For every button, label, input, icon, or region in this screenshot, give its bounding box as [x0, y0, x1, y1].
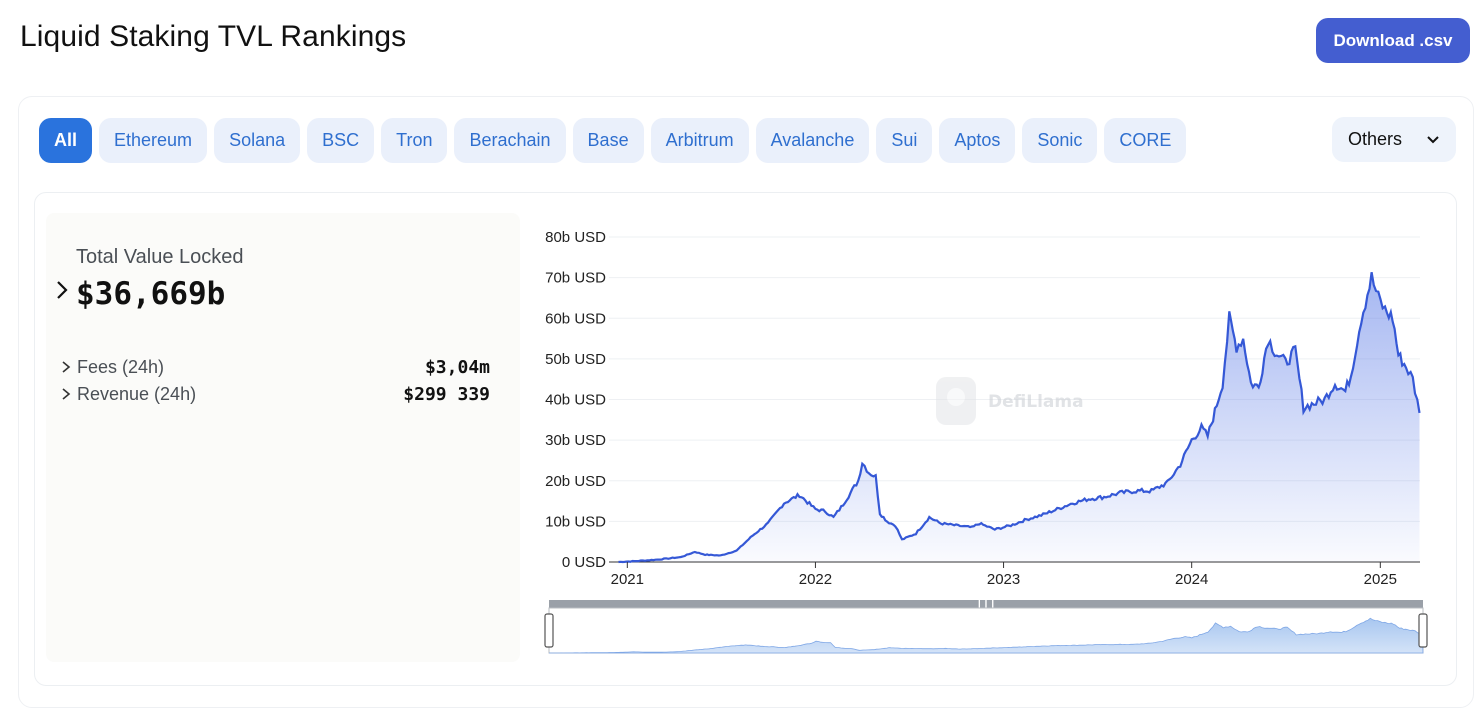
- chevron-right-icon: [62, 361, 71, 373]
- revenue-row[interactable]: Revenue (24h) $299 339: [60, 381, 490, 407]
- y-tick-label: 60b USD: [545, 310, 606, 327]
- y-tick-label: 40b USD: [545, 392, 606, 409]
- range-slider[interactable]: ❙❙❙: [544, 599, 1428, 654]
- others-dropdown[interactable]: Others: [1332, 117, 1456, 162]
- page-title: Liquid Staking TVL Rankings: [20, 20, 407, 53]
- range-handle-right[interactable]: [1418, 613, 1428, 648]
- tab-arbitrum[interactable]: Arbitrum: [650, 118, 749, 163]
- y-tick-label: 30b USD: [545, 432, 606, 449]
- grip-icon[interactable]: ❙❙❙: [976, 599, 996, 608]
- y-tick-label: 70b USD: [545, 270, 606, 287]
- tab-core[interactable]: CORE: [1104, 118, 1187, 163]
- x-tick-label: 2025: [1364, 571, 1397, 588]
- y-tick-label: 80b USD: [545, 229, 606, 246]
- tab-sui[interactable]: Sui: [876, 118, 933, 163]
- tab-base[interactable]: Base: [572, 118, 644, 163]
- x-tick-label: 2022: [799, 571, 832, 588]
- y-tick-label: 20b USD: [545, 473, 606, 490]
- tab-bsc[interactable]: BSC: [307, 118, 375, 163]
- download-csv-button[interactable]: Download .csv: [1316, 18, 1470, 63]
- y-tick-label: 50b USD: [545, 351, 606, 368]
- tvl-label: Total Value Locked: [76, 246, 244, 268]
- y-tick-label: 0 USD: [562, 554, 606, 571]
- fees-value: $3,04m: [424, 356, 490, 378]
- chevron-down-icon: [1427, 135, 1439, 143]
- y-tick-label: 10b USD: [545, 513, 606, 530]
- fees-row[interactable]: Fees (24h) $3,04m: [60, 354, 490, 380]
- tab-all[interactable]: All: [39, 118, 93, 163]
- watermark-text: DefiLlama: [988, 392, 1084, 412]
- others-label: Others: [1348, 129, 1403, 149]
- expand-chevron-icon[interactable]: [54, 279, 70, 301]
- tab-avalanche[interactable]: Avalanche: [755, 118, 870, 163]
- tvl-chart-svg: DefiLlama 0 USD 10b USD 20b USD 30b USD 40b …: [544, 229, 1428, 654]
- tab-aptos[interactable]: Aptos: [939, 118, 1016, 163]
- tab-sonic[interactable]: Sonic: [1022, 118, 1098, 163]
- tvl-chart: DefiLlama 0 USD 10b USD 20b USD 30b USD 40b …: [520, 213, 1450, 668]
- chain-tabs: All Ethereum Solana BSC Tron Berachain B…: [39, 118, 1187, 163]
- tvl-value: $36,669b: [76, 276, 226, 312]
- x-tick-label: 2021: [611, 571, 644, 588]
- tab-solana[interactable]: Solana: [214, 118, 301, 163]
- x-tick-label: 2024: [1175, 571, 1208, 588]
- defillama-watermark: DefiLlama: [936, 377, 1084, 425]
- revenue-label: Revenue (24h): [77, 383, 197, 404]
- tab-berachain[interactable]: Berachain: [454, 118, 566, 163]
- tab-ethereum[interactable]: Ethereum: [99, 118, 208, 163]
- revenue-value: $299 339: [403, 383, 490, 405]
- tab-tron[interactable]: Tron: [381, 118, 448, 163]
- chevron-right-icon: [62, 388, 71, 400]
- tvl-area: [618, 272, 1420, 562]
- x-tick-label: 2023: [987, 571, 1020, 588]
- range-handle-left[interactable]: [544, 613, 554, 648]
- fees-label: Fees (24h): [77, 356, 165, 377]
